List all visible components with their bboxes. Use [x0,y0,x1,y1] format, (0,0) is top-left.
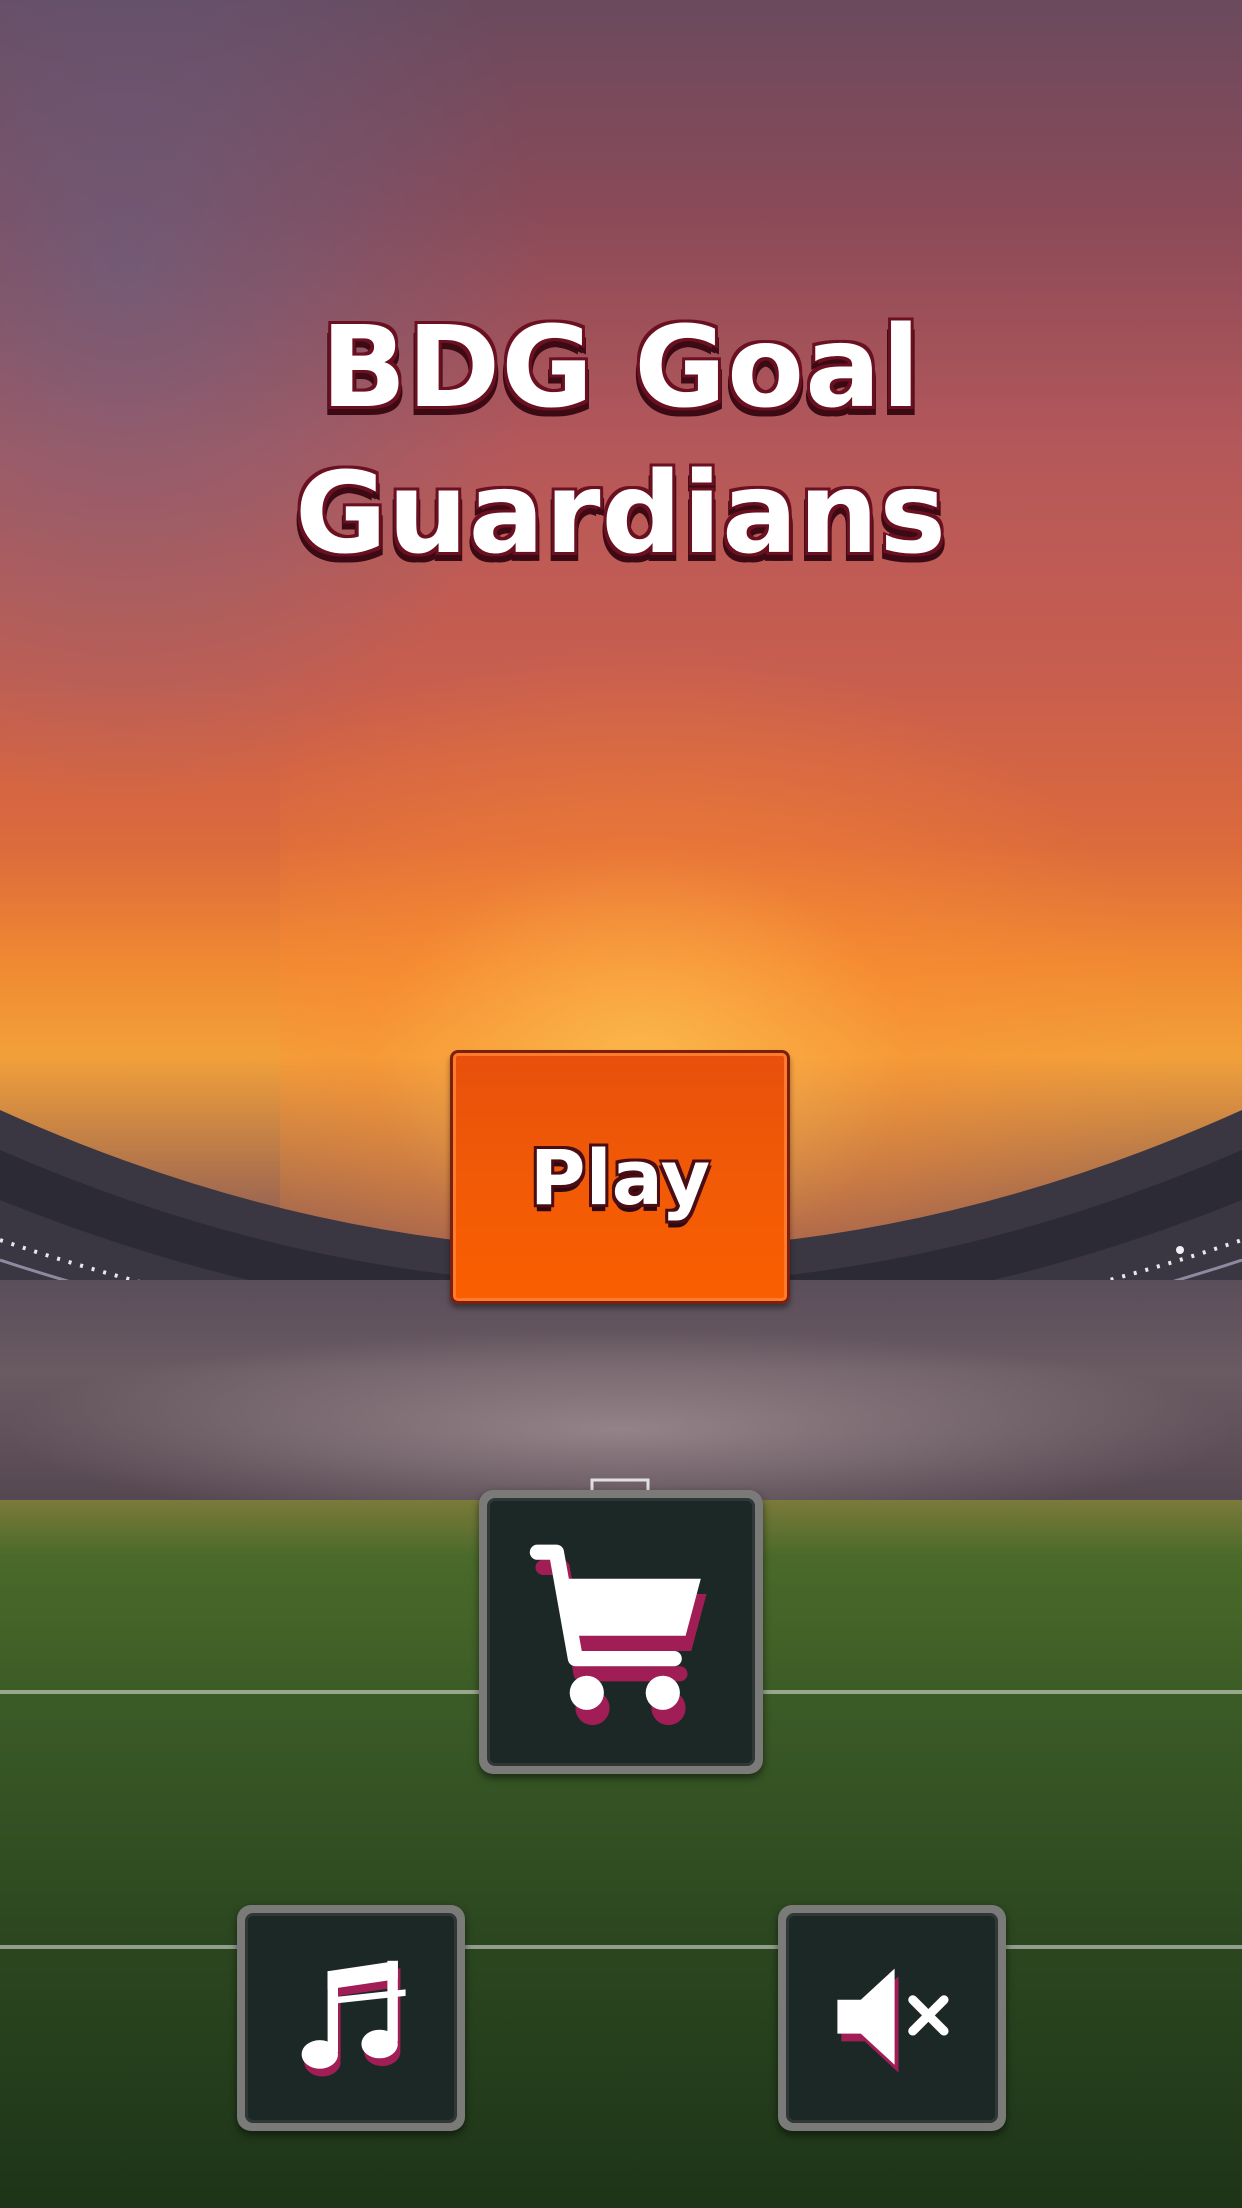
music-button[interactable] [237,1905,465,2131]
speaker-muted-icon [837,1968,949,2073]
title-line-1: BDG Goal [320,303,922,433]
music-note-icon [301,1960,406,2077]
play-label: Play [529,1132,711,1222]
sound-button[interactable] [778,1905,1006,2131]
shop-button[interactable] [479,1490,763,1774]
title-line-2: Guardians [294,449,947,579]
pitch-line [0,1945,1242,1949]
sound-button-face [786,1913,998,2123]
shopping-cart-icon [529,1544,707,1726]
main-menu-screen: BDG Goal Guardians Play [0,0,1242,2208]
play-button[interactable]: Play [450,1050,790,1304]
game-title: BDG Goal Guardians [0,295,1242,587]
shop-button-face [487,1498,755,1766]
music-button-face [245,1913,457,2123]
